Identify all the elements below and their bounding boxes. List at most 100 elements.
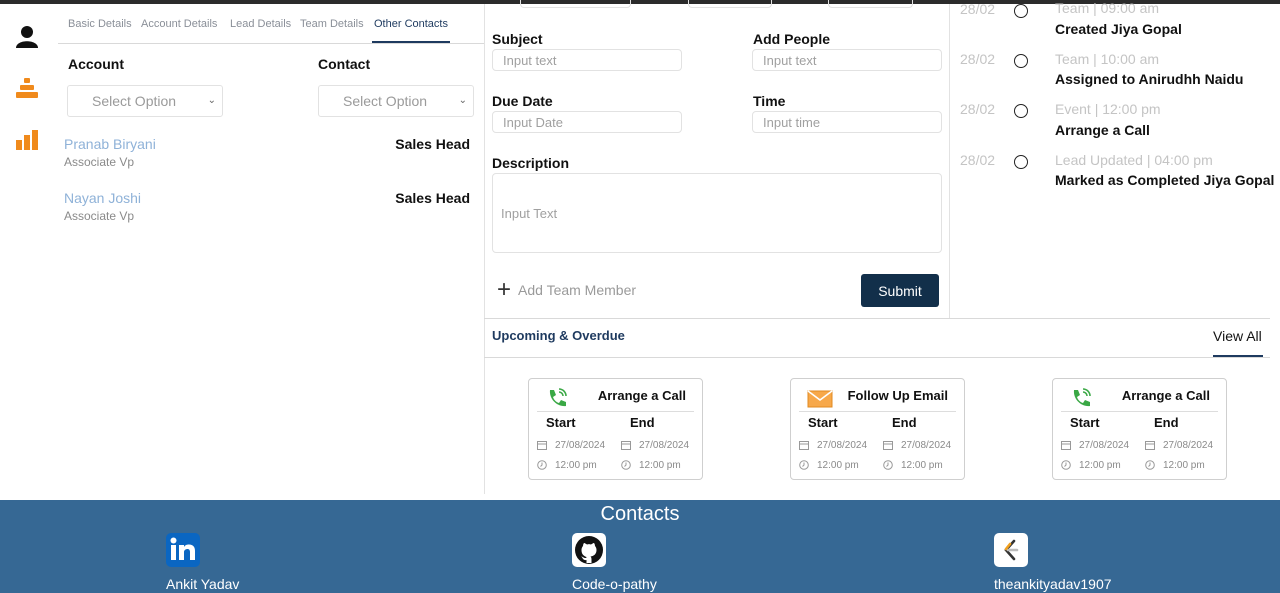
account-label: Account [68, 56, 124, 72]
bar-chart-icon[interactable] [14, 128, 40, 154]
start-label: Start [1070, 415, 1100, 430]
description-placeholder: Input Text [501, 206, 558, 221]
contact-select[interactable]: Select Option ⌄ [318, 85, 474, 117]
due-date-placeholder: Input Date [503, 114, 563, 130]
timeline-date: 28/02 [960, 1, 996, 17]
chevron-down-icon: ⌄ [207, 95, 216, 106]
linkedin-label[interactable]: Ankit Yadav [166, 576, 239, 592]
tab-team-details[interactable]: Team Details [300, 18, 364, 30]
timeline-title: Created Jiya Gopal [1055, 21, 1182, 37]
subject-input[interactable]: Input text [492, 49, 682, 71]
contact-role: Associate Vp [64, 155, 135, 169]
end-date: 27/08/2024 [639, 440, 690, 451]
end-time: 12:00 pm [1163, 460, 1205, 471]
account-select[interactable]: Select Option ⌄ [67, 85, 223, 117]
footer-title: Contacts [600, 503, 680, 525]
clipped-input[interactable] [688, 0, 772, 8]
calendar-icon [883, 441, 893, 450]
github-icon[interactable] [572, 533, 606, 567]
plus-icon: + [497, 276, 512, 303]
calendar-icon [621, 441, 631, 450]
add-team-member-button[interactable]: + Add Team Member [497, 278, 636, 302]
card-divider [799, 411, 956, 412]
contact-title: Sales Head [395, 136, 470, 152]
due-date-label: Due Date [492, 93, 553, 109]
timeline-node-icon [1014, 54, 1028, 68]
clock-icon [799, 460, 809, 470]
leetcode-label[interactable]: theankityadav1907 [994, 576, 1112, 592]
start-date: 27/08/2024 [555, 440, 606, 451]
account-select-value: Select Option [92, 93, 177, 109]
time-label: Time [753, 93, 786, 109]
add-people-placeholder: Input text [763, 52, 817, 68]
submit-button[interactable]: Submit [861, 274, 939, 307]
start-time: 12:00 pm [1079, 460, 1121, 471]
timeline-title: Assigned to Anirudhh Naidu [1055, 71, 1244, 87]
tab-basic-details[interactable]: Basic Details [68, 18, 132, 30]
start-time: 12:00 pm [817, 460, 859, 471]
start-label: Start [808, 415, 838, 430]
pyramid-icon[interactable] [14, 76, 40, 102]
clipped-input[interactable] [520, 0, 631, 8]
panel-divider [484, 4, 485, 494]
contact-name[interactable]: Nayan Joshi [64, 190, 141, 206]
view-all-underline [1213, 355, 1263, 357]
linkedin-icon[interactable] [166, 533, 200, 567]
panel-divider [949, 4, 950, 318]
chevron-down-icon: ⌄ [458, 95, 467, 106]
clock-icon [1145, 460, 1155, 470]
clipped-input[interactable] [828, 0, 913, 8]
add-people-label: Add People [753, 31, 831, 47]
github-label[interactable]: Code-o-pathy [572, 576, 657, 592]
tab-other-contacts[interactable]: Other Contacts [374, 18, 448, 30]
leetcode-icon[interactable] [994, 533, 1028, 567]
card-title: Follow Up Email [847, 388, 948, 403]
side-rail [0, 4, 55, 500]
subject-label: Subject [492, 31, 543, 47]
timeline-date: 28/02 [960, 51, 996, 67]
description-label: Description [492, 155, 570, 171]
due-date-input[interactable]: Input Date [492, 111, 682, 133]
upcoming-card[interactable]: Arrange a Call Start End 27/08/2024 27/0… [528, 378, 703, 480]
card-title: Arrange a Call [597, 388, 686, 403]
upcoming-card[interactable]: Arrange a Call Start End 27/08/2024 27/0… [1052, 378, 1227, 480]
end-label: End [1154, 415, 1179, 430]
card-title: Arrange a Call [1121, 388, 1210, 403]
end-label: End [892, 415, 917, 430]
tab-divider [58, 43, 484, 44]
contact-label: Contact [318, 56, 371, 72]
timeline-meta: Lead Updated | 04:00 pm [1055, 152, 1213, 168]
add-team-member-label: Add Team Member [518, 282, 637, 298]
timeline-date: 28/02 [960, 101, 996, 117]
clock-icon [621, 460, 631, 470]
timeline-meta: Event | 12:00 pm [1055, 101, 1161, 117]
description-textarea[interactable]: Input Text [492, 173, 942, 253]
contact-title: Sales Head [395, 190, 470, 206]
contact-role: Associate Vp [64, 209, 135, 223]
card-divider [1061, 411, 1218, 412]
contact-name[interactable]: Pranab Biryani [64, 136, 156, 152]
end-time: 12:00 pm [901, 460, 943, 471]
upcoming-title: Upcoming & Overdue [492, 328, 625, 343]
timeline-node-icon [1014, 104, 1028, 118]
calendar-icon [799, 441, 809, 450]
tab-account-details[interactable]: Account Details [141, 18, 217, 30]
contacts-footer: Contacts Ankit Yadav Code-o-pathy theank… [0, 500, 1280, 593]
timeline-meta: Team | 09:00 am [1055, 0, 1160, 16]
timeline-title: Arrange a Call [1055, 122, 1150, 138]
card-divider [537, 411, 694, 412]
timeline-date: 28/02 [960, 152, 996, 168]
time-input[interactable]: Input time [752, 111, 942, 133]
clock-icon [537, 460, 547, 470]
tab-lead-details[interactable]: Lead Details [230, 18, 291, 30]
clock-icon [1061, 460, 1071, 470]
subject-placeholder: Input text [503, 52, 557, 68]
timeline-meta: Team | 10:00 am [1055, 51, 1160, 67]
timeline-node-icon [1014, 4, 1028, 18]
user-icon[interactable] [14, 24, 40, 50]
view-all-link[interactable]: View All [1213, 328, 1262, 344]
upcoming-card[interactable]: Follow Up Email Start End 27/08/2024 27/… [790, 378, 965, 480]
add-people-input[interactable]: Input text [752, 49, 942, 71]
clock-icon [883, 460, 893, 470]
calendar-icon [1061, 441, 1071, 450]
